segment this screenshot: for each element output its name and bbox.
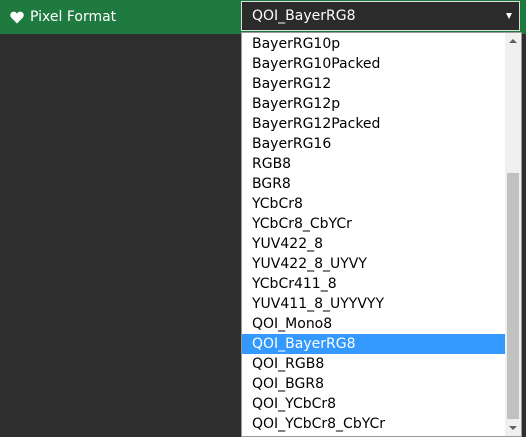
- arrow-up-icon: [509, 39, 517, 43]
- scroll-up-button[interactable]: [505, 33, 521, 49]
- dropdown-option[interactable]: QOI_YCbCr8: [242, 394, 506, 414]
- scroll-down-button[interactable]: [505, 420, 521, 436]
- dropdown-option[interactable]: QOI_BGR8: [242, 374, 506, 394]
- dropdown-option[interactable]: YCbCr411_8: [242, 274, 506, 294]
- pixel-format-row: Pixel Format QOI_BayerRG8: [0, 0, 526, 34]
- heart-icon: [10, 11, 24, 24]
- field-label: Pixel Format: [10, 0, 116, 34]
- select-value: QOI_BayerRG8: [252, 8, 356, 24]
- dropdown-option[interactable]: QOI_Mono8: [242, 314, 506, 334]
- chevron-down-icon: [506, 13, 512, 19]
- dropdown-option[interactable]: YUV411_8_UYYVYY: [242, 294, 506, 314]
- pixel-format-select[interactable]: QOI_BayerRG8: [241, 1, 520, 31]
- field-label-text: Pixel Format: [30, 9, 117, 25]
- scrollbar[interactable]: [505, 33, 521, 436]
- dropdown-option[interactable]: BayerRG12Packed: [242, 114, 506, 134]
- dropdown-option[interactable]: QOI_BayerRG8: [242, 334, 506, 354]
- dropdown-option[interactable]: QOI_YCbCr8_CbYCr: [242, 414, 506, 434]
- dropdown-option[interactable]: QOI_RGB8: [242, 354, 506, 374]
- dropdown-option[interactable]: BayerRG10Packed: [242, 54, 506, 74]
- dropdown-option[interactable]: BayerRG16: [242, 134, 506, 154]
- dropdown-option[interactable]: BayerRG12p: [242, 94, 506, 114]
- dropdown-option[interactable]: YCbCr8: [242, 194, 506, 214]
- arrow-down-icon: [509, 426, 517, 430]
- dropdown-option[interactable]: RGB8: [242, 154, 506, 174]
- dropdown-option[interactable]: YCbCr8_CbYCr: [242, 214, 506, 234]
- dropdown-option[interactable]: BGR8: [242, 174, 506, 194]
- dropdown-option[interactable]: YUV422_8_UYVY: [242, 254, 506, 274]
- dropdown-option[interactable]: YUV422_8: [242, 234, 506, 254]
- dropdown-option[interactable]: BayerRG12: [242, 74, 506, 94]
- dropdown-list[interactable]: BayerRG10p BayerRG10Packed BayerRG12 BayerR…: [241, 32, 522, 437]
- dropdown-option[interactable]: BayerRG10p: [242, 34, 506, 54]
- scroll-thumb[interactable]: [507, 173, 519, 419]
